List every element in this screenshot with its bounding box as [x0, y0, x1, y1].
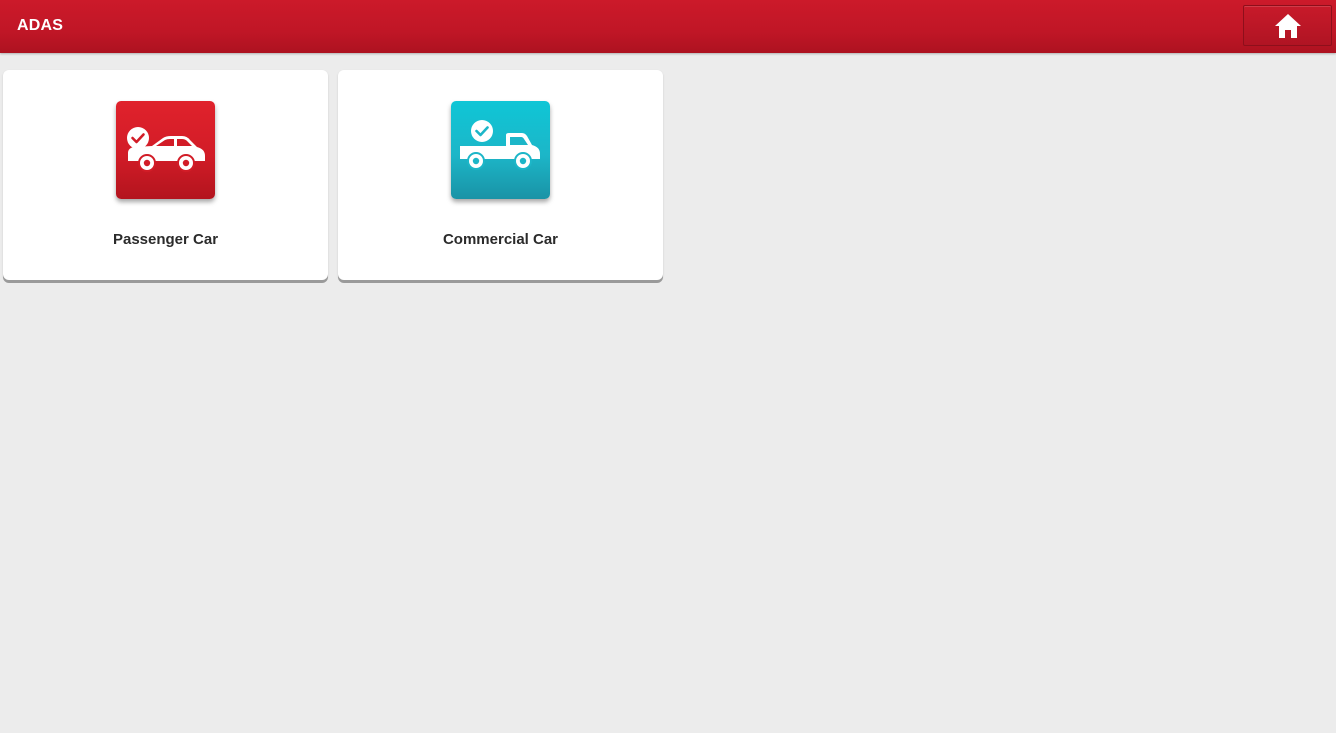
passenger-car-tile [116, 101, 215, 199]
home-icon [1274, 13, 1301, 38]
commercial-car-tile [451, 101, 550, 199]
passenger-car-label: Passenger Car [112, 231, 219, 248]
commercial-car-icon [460, 120, 540, 170]
page-title: ADAS [17, 17, 64, 34]
passenger-car-card[interactable]: Passenger Car [3, 70, 328, 280]
commercial-car-card[interactable]: Commercial Car [338, 70, 663, 280]
top-bar: ADAS [0, 0, 1336, 53]
commercial-car-label: Commercial Car [442, 231, 559, 248]
home-button[interactable] [1243, 5, 1332, 46]
passenger-car-icon [127, 127, 205, 172]
